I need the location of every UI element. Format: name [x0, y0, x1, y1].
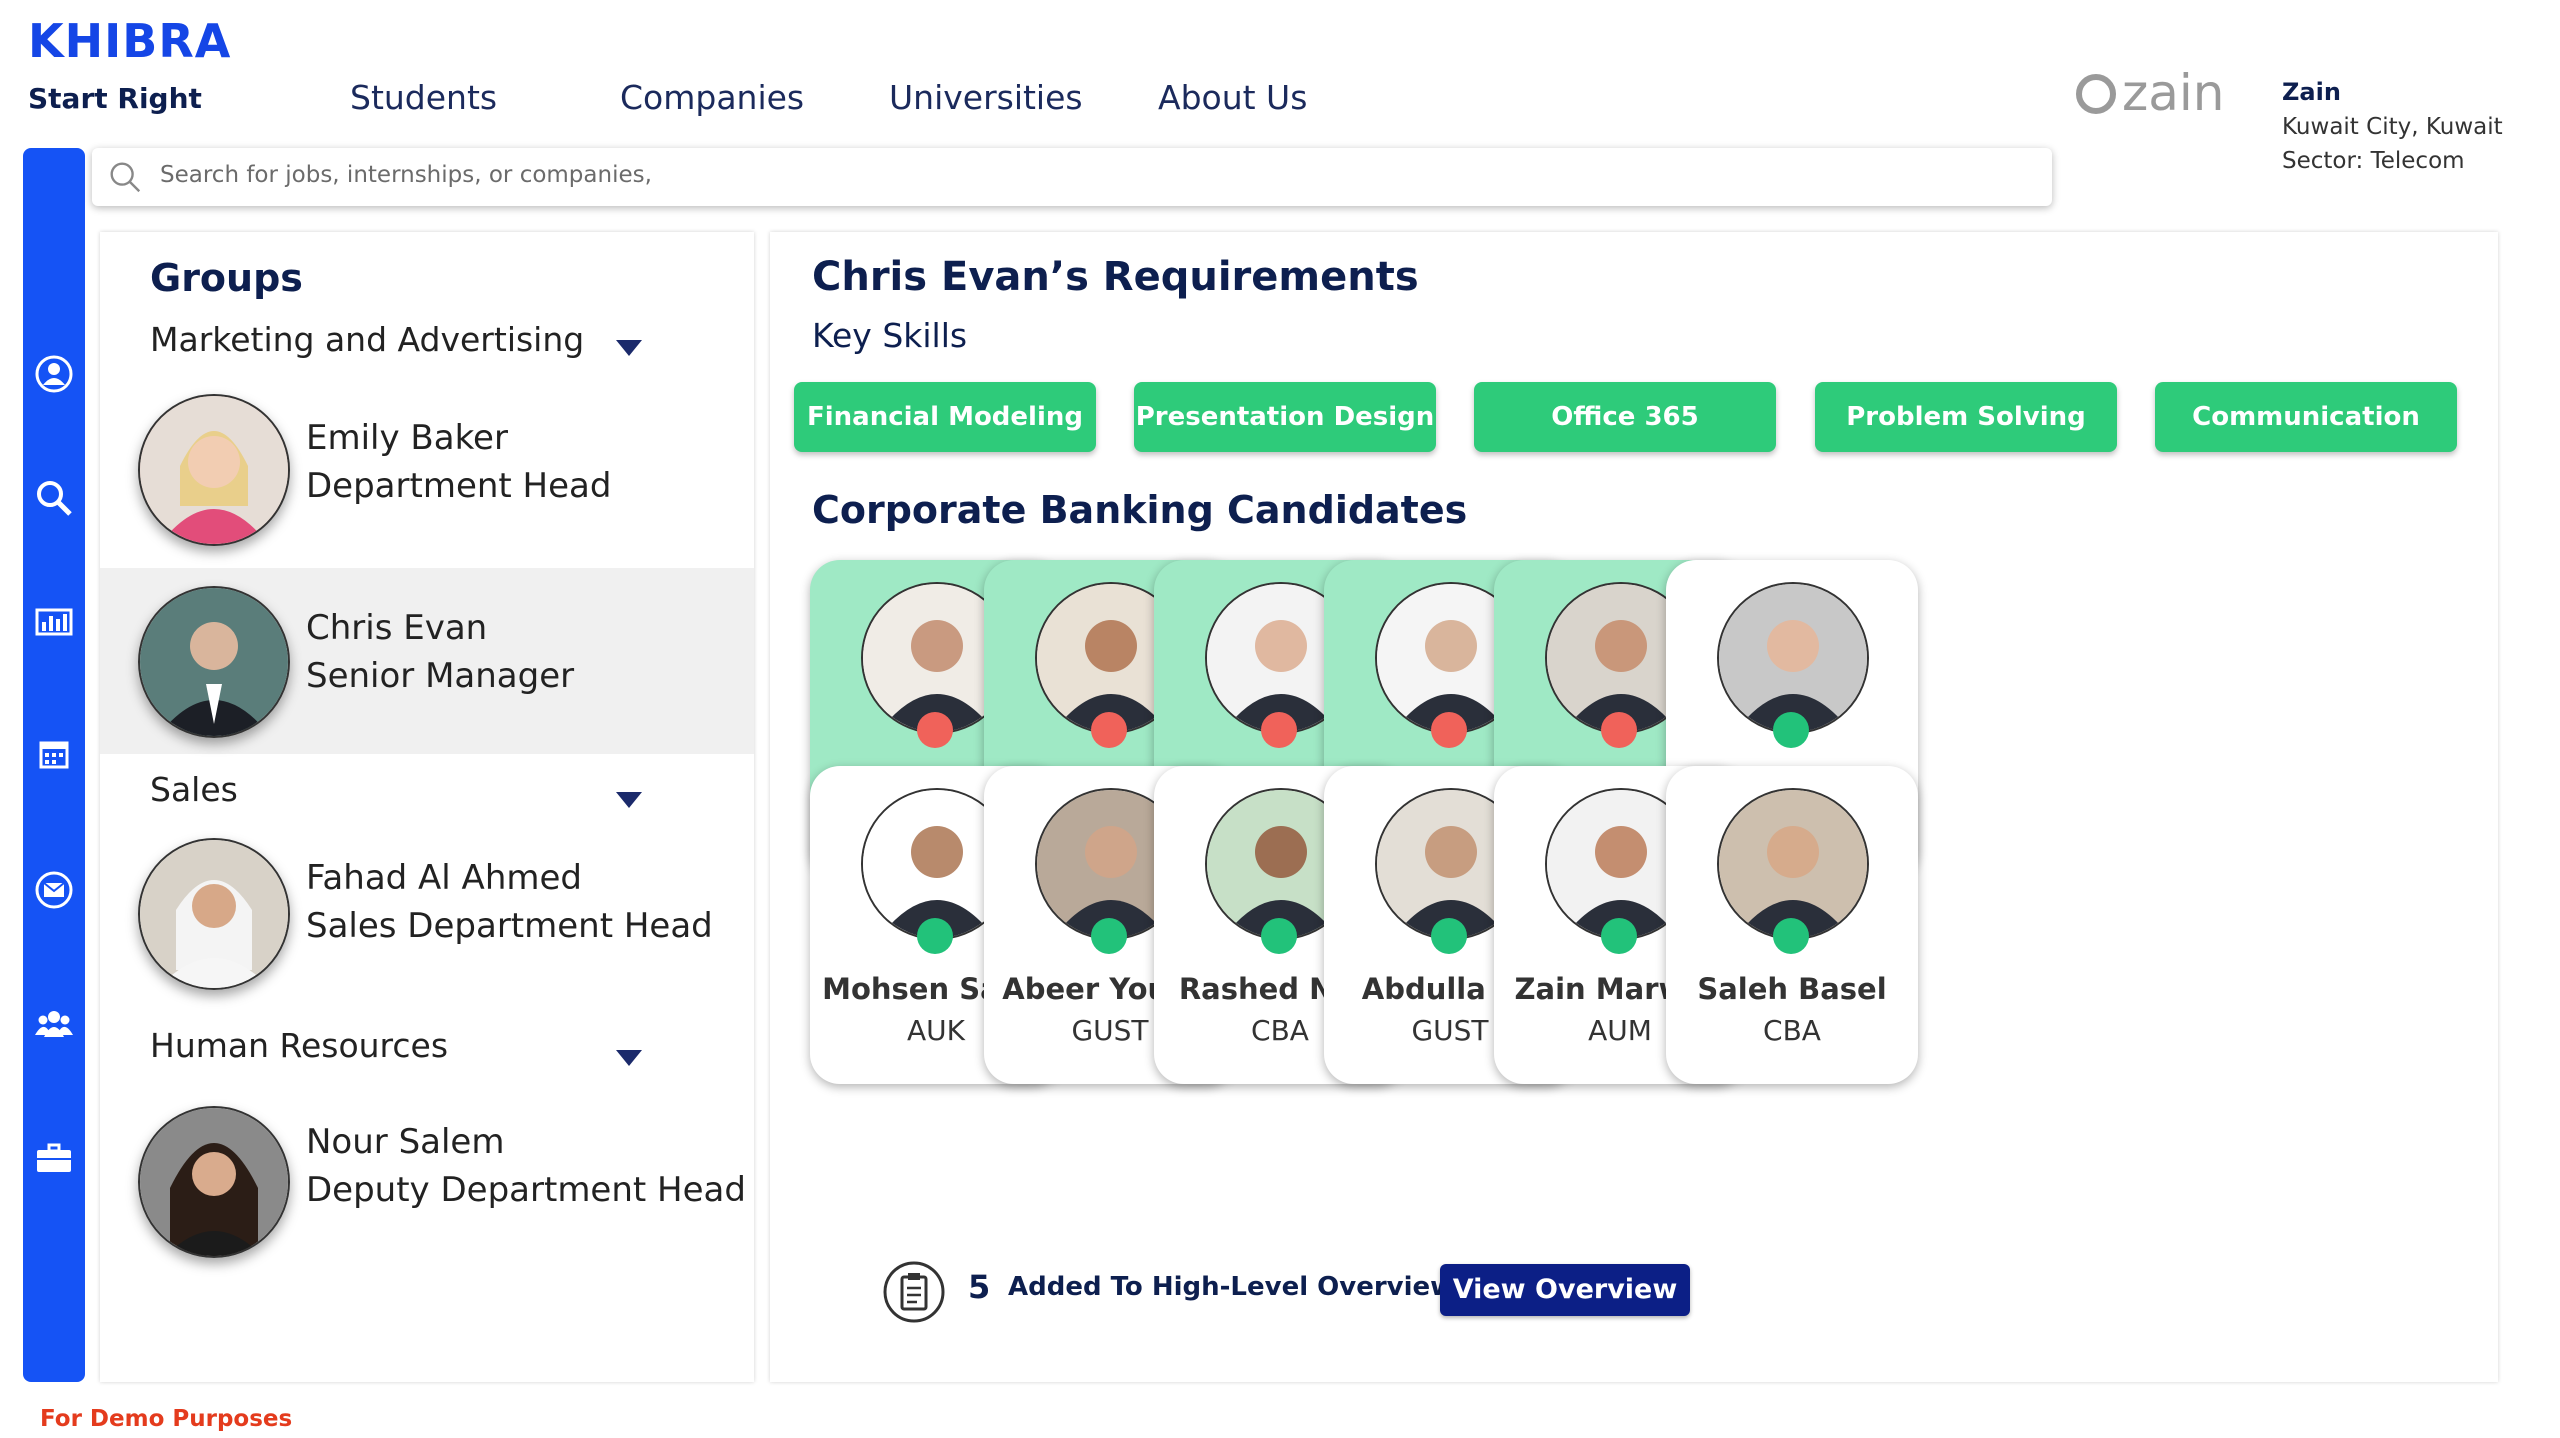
zain-logo-text: zain [2122, 66, 2224, 122]
mail-icon[interactable] [34, 870, 74, 910]
status-dot [1773, 712, 1809, 748]
calendar-icon[interactable] [34, 734, 74, 774]
status-dot [1431, 918, 1467, 954]
groups-title: Groups [150, 256, 303, 300]
member-row[interactable]: Emily Baker Department Head [100, 378, 754, 564]
avatar [138, 394, 290, 546]
nav-about-us[interactable]: About Us [1158, 78, 1307, 117]
member-row-selected[interactable]: Chris Evan Senior Manager [100, 568, 754, 754]
nav-universities[interactable]: Universities [889, 78, 1083, 117]
member-name: Chris Evan [306, 608, 488, 648]
status-dot [1091, 918, 1127, 954]
group-sales[interactable]: Sales [150, 770, 238, 809]
overview-count: 5 [968, 1268, 991, 1306]
skill-problem-solving[interactable]: Problem Solving [1815, 382, 2117, 452]
member-role: Sales Department Head [306, 906, 713, 946]
status-dot [1431, 712, 1467, 748]
requirements-panel: Chris Evan’s Requirements Key Skills Fin… [770, 232, 2498, 1382]
skill-communication[interactable]: Communication [2155, 382, 2457, 452]
status-dot [1261, 918, 1297, 954]
search-icon[interactable] [34, 478, 74, 518]
status-dot [1601, 712, 1637, 748]
company-location: Kuwait City, Kuwait [2282, 114, 2503, 140]
person-silhouette-icon [140, 840, 288, 988]
person-silhouette-icon [1719, 584, 1867, 732]
sidebar-rail [23, 148, 85, 1382]
clipboard-icon [883, 1261, 945, 1323]
company-name: Zain [2282, 78, 2341, 106]
avatar [138, 1106, 290, 1258]
nav-students[interactable]: Students [350, 78, 497, 117]
search-input[interactable]: Search for jobs, internships, or compani… [160, 162, 652, 188]
chevron-down-icon[interactable] [616, 1050, 642, 1066]
member-name: Emily Baker [306, 418, 508, 458]
member-role: Deputy Department Head [306, 1170, 746, 1210]
member-name: Fahad Al Ahmed [306, 858, 582, 898]
search-icon [110, 162, 141, 193]
person-silhouette-icon [140, 396, 288, 544]
brand-logo[interactable]: KHIBRA [28, 14, 231, 68]
candidate-name: Saleh Basel [1697, 972, 1887, 1006]
status-dot [917, 918, 953, 954]
skill-office-365[interactable]: Office 365 [1474, 382, 1776, 452]
status-dot [1261, 712, 1297, 748]
groups-panel: Groups Marketing and Advertising Emily B… [100, 232, 754, 1382]
status-dot [1091, 712, 1127, 748]
skill-financial-modeling[interactable]: Financial Modeling [794, 382, 1096, 452]
avatar [138, 586, 290, 738]
chevron-down-icon[interactable] [616, 340, 642, 356]
company-sector: Sector: Telecom [2282, 148, 2465, 174]
group-marketing[interactable]: Marketing and Advertising [150, 320, 584, 359]
member-row[interactable]: Nour Salem Deputy Department Head [100, 1096, 754, 1282]
dashboard-icon[interactable] [34, 602, 74, 642]
requirements-title: Chris Evan’s Requirements [812, 254, 1419, 300]
status-dot [917, 712, 953, 748]
member-name: Nour Salem [306, 1122, 505, 1162]
key-skills-label: Key Skills [812, 316, 968, 355]
demo-note: For Demo Purposes [40, 1406, 293, 1432]
candidate-card[interactable]: Saleh Basel CBA [1666, 766, 1918, 1084]
candidate-university: CBA [1763, 1014, 1821, 1047]
group-human-resources[interactable]: Human Resources [150, 1026, 448, 1065]
tagline: Start Right [28, 82, 202, 115]
chevron-down-icon[interactable] [616, 792, 642, 808]
skill-presentation-design[interactable]: Presentation Design [1134, 382, 1436, 452]
people-icon[interactable] [34, 1004, 74, 1044]
view-overview-button[interactable]: View Overview [1440, 1264, 1690, 1316]
profile-icon[interactable] [34, 354, 74, 394]
person-silhouette-icon [1719, 790, 1867, 938]
member-role: Department Head [306, 466, 612, 506]
person-silhouette-icon [140, 1108, 288, 1256]
member-row[interactable]: Fahad Al Ahmed Sales Department Head [100, 828, 754, 1014]
person-silhouette-icon [140, 588, 288, 736]
search-bar[interactable]: Search for jobs, internships, or compani… [92, 148, 2052, 206]
candidates-title: Corporate Banking Candidates [812, 488, 1468, 532]
status-dot [1601, 918, 1637, 954]
avatar [138, 838, 290, 990]
zain-logo: zain [2076, 66, 2224, 122]
status-dot [1773, 918, 1809, 954]
nav-companies[interactable]: Companies [620, 78, 804, 117]
member-role: Senior Manager [306, 656, 575, 696]
overview-text: Added To High-Level Overview [1008, 1272, 1455, 1302]
briefcase-icon[interactable] [34, 1138, 74, 1178]
